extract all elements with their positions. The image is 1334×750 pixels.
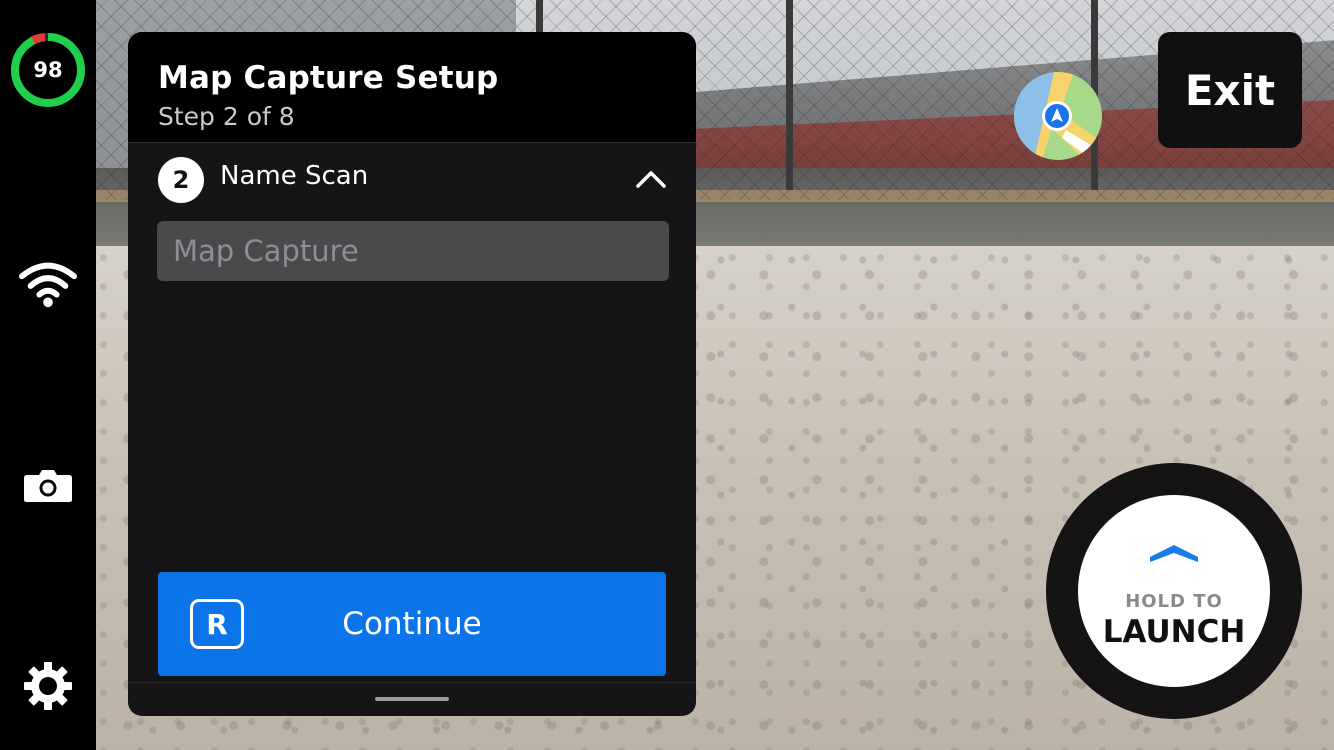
battery-level-text: 98 [33,58,63,82]
panel-step-indicator: Step 2 of 8 [158,102,295,131]
chevron-up-icon[interactable] [628,159,674,199]
panel-title: Map Capture Setup [158,60,499,96]
wifi-icon[interactable] [18,254,78,314]
exit-button[interactable]: Exit [1158,32,1302,148]
camera-icon[interactable] [18,456,78,516]
scan-name-input[interactable] [157,221,669,281]
panel-footer [128,682,696,716]
launch-hold-label: HOLD TO [1125,591,1223,612]
map-capture-setup-panel: Map Capture Setup Step 2 of 8 2 Name Sca… [128,32,696,716]
chevron-up-icon [1150,545,1198,562]
section-title: Name Scan [220,161,369,191]
panel-header: Map Capture Setup Step 2 of 8 [128,32,696,142]
camera-fence-post [786,0,793,190]
step-number-badge: 2 [158,157,204,203]
section-header-name-scan[interactable]: 2 Name Scan [128,142,696,214]
continue-button[interactable]: R Continue [158,572,666,676]
launch-button-ring: HOLD TO LAUNCH [1046,463,1302,719]
exit-label: Exit [1184,65,1276,115]
r-key-icon: R [190,599,244,649]
left-toolbar: 98 [0,0,96,750]
map-button[interactable] [1014,72,1102,160]
hold-to-launch-button[interactable]: HOLD TO LAUNCH [1078,495,1270,687]
drag-handle[interactable] [375,697,449,701]
map-icon [1014,72,1102,160]
gear-icon[interactable] [18,656,78,716]
launch-label: LAUNCH [1102,614,1246,650]
battery-gauge[interactable]: 98 [9,31,87,109]
continue-label: Continue [342,606,482,642]
